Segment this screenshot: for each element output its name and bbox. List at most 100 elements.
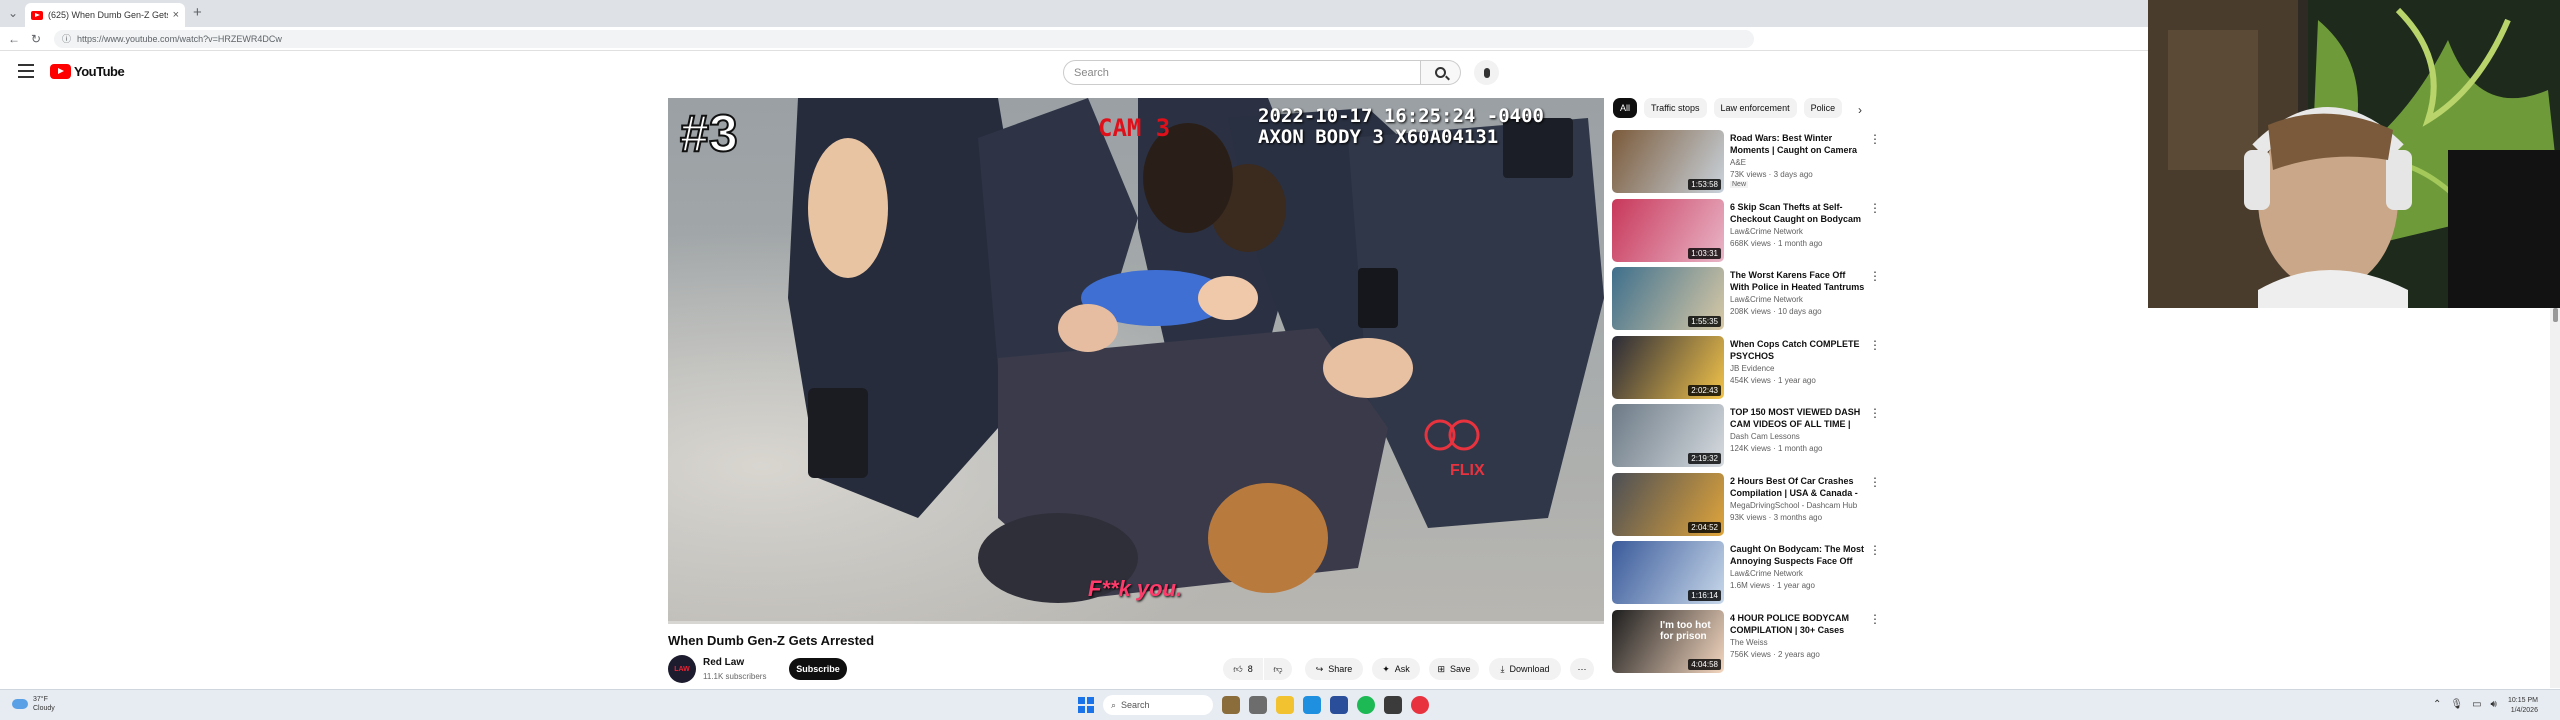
search-input[interactable]: Search [1063,60,1421,85]
task-view-icon[interactable] [1222,696,1240,714]
recommendation-item[interactable]: 1:03:31 6 Skip Scan Thefts at Self-Check… [1612,198,1882,268]
channel-avatar[interactable]: LAW [668,655,696,683]
more-vert-icon[interactable]: ⋮ [1869,338,1881,352]
progress-bar[interactable] [668,621,1604,624]
video-thumbnail[interactable]: 1:53:58 [1612,130,1724,193]
webcam-image [2148,0,2560,308]
recommendation-item[interactable]: 1:53:58 Road Wars: Best Winter Moments |… [1612,130,1882,199]
chevron-up-icon[interactable]: ⌃ [2433,699,2441,710]
channel-name[interactable]: Red Law [703,657,744,668]
terminal-app-icon[interactable] [1384,696,1402,714]
recommendation-title[interactable]: TOP 150 MOST VIEWED DASH CAM VIDEOS OF A… [1730,406,1865,430]
page-scrollbar[interactable] [2550,308,2560,688]
video-thumbnail[interactable]: 1:03:31 [1612,198,1724,262]
like-button[interactable]: 👍︎ 8 [1223,658,1263,680]
recommendation-item[interactable]: 2:04:52 2 Hours Best Of Car Crashes Comp… [1612,472,1882,542]
new-tab-icon[interactable]: + [193,4,202,21]
overlay-timestamp-line: 2022-10-17 16:25:24 -0400 [1258,105,1544,127]
more-vert-icon[interactable]: ⋮ [1869,406,1881,420]
recommendation-title[interactable]: 6 Skip Scan Thefts at Self-Checkout Caug… [1730,201,1865,225]
recommendation-channel[interactable]: Dash Cam Lessons [1730,432,1800,441]
address-bar[interactable]: ⓘ https://www.youtube.com/watch?v=HRZEWR… [54,29,1754,48]
recommendation-title[interactable]: 2 Hours Best Of Car Crashes Compilation … [1730,475,1865,499]
video-duration: 1:16:14 [1688,590,1721,601]
video-thumbnail[interactable]: 1:16:14 [1612,541,1724,604]
chrome-browser-icon[interactable] [1411,696,1429,714]
recommendation-channel[interactable]: MegaDrivingSchool - Dashcam Hub [1730,501,1857,510]
more-vert-icon[interactable]: ⋮ [1869,543,1881,557]
site-info-icon[interactable]: ⓘ [62,32,71,45]
store-app-icon[interactable] [1330,696,1348,714]
edge-browser-icon[interactable] [1303,696,1321,714]
windows-start-icon[interactable] [1078,697,1094,713]
browser-tab-active[interactable]: (625) When Dumb Gen-Z Gets × [25,3,185,27]
search-button[interactable] [1421,60,1461,85]
video-player[interactable]: FLIX #3 CAM 3 2022-10-17 16:25:24 -0400 … [668,98,1604,624]
recommendation-item[interactable]: 2:19:32 TOP 150 MOST VIEWED DASH CAM VID… [1612,404,1882,473]
recommendation-channel[interactable]: Law&Crime Network [1730,227,1803,236]
recommendation-item[interactable]: 1:16:14 Caught On Bodycam: The Most Anno… [1612,541,1882,610]
download-label: Download [1509,664,1550,674]
chip-traffic-stops[interactable]: Traffic stops [1644,98,1707,118]
more-vert-icon[interactable]: ⋮ [1869,612,1881,626]
taskbar-apps: ⌕ Search [1078,695,1429,715]
video-thumbnail[interactable]: 2:04:52 [1612,472,1724,536]
more-vert-icon[interactable]: ⋮ [1869,269,1881,283]
voice-search-button[interactable] [1474,60,1499,85]
share-button[interactable]: ↪ Share [1305,658,1363,680]
taskbar-search[interactable]: ⌕ Search [1103,695,1213,715]
scrollbar-thumb[interactable] [2553,308,2558,322]
recommendation-channel[interactable]: The Weiss [1730,638,1768,647]
download-button[interactable]: ⤓ Download [1489,658,1561,680]
volume-icon[interactable]: 🔊︎ [2491,699,2497,710]
video-frame: FLIX [668,98,1604,624]
more-actions-button[interactable]: ⋯ [1570,658,1594,680]
dislike-button[interactable]: 👎︎ [1264,658,1292,680]
more-vert-icon[interactable]: ⋮ [1869,201,1881,215]
video-thumbnail[interactable]: 1:55:35 [1612,267,1724,330]
spotify-icon[interactable] [1357,696,1375,714]
network-icon[interactable]: ▭ [2472,699,2481,710]
recommendation-title[interactable]: Caught On Bodycam: The Most Annoying Sus… [1730,543,1865,567]
recommendation-title[interactable]: 4 HOUR POLICE BODYCAM COMPILATION | 30+ … [1730,612,1865,636]
chip-law-enforcement[interactable]: Law enforcement [1713,98,1797,118]
ask-button[interactable]: ✦ Ask [1372,658,1420,680]
youtube-logo[interactable]: YouTube [50,64,125,79]
weather-widget[interactable]: 37°F Cloudy [12,695,55,713]
chip-police[interactable]: Police [1803,98,1842,118]
recommendation-meta: 1.6M views · 1 year ago [1730,581,1815,590]
more-vert-icon[interactable]: ⋮ [1869,132,1881,146]
chevron-right-icon[interactable]: › [1858,103,1862,117]
refresh-icon[interactable]: ↻ [28,32,44,46]
recommendation-title[interactable]: The Worst Karens Face Off With Police in… [1730,269,1865,293]
microphone-tray-icon[interactable]: 🎙︎ [2450,699,2463,710]
tab-list-chevron-icon[interactable]: ⌄ [4,4,22,22]
save-button[interactable]: ⊞ Save [1429,658,1479,680]
video-thumbnail[interactable]: I'm too hot for prison 4:04:58 [1612,609,1724,673]
file-explorer-icon[interactable] [1276,696,1294,714]
arrow-left-icon[interactable]: ← [6,32,22,46]
recommendation-channel[interactable]: Law&Crime Network [1730,295,1803,304]
recommendation-item[interactable]: 2:02:43 When Cops Catch COMPLETE PSYCHOS… [1612,335,1882,405]
search-icon [1435,67,1446,78]
taskbar-clock[interactable]: 10:15 PM 1/4/2026 [2508,696,2538,716]
clock-date: 1/4/2026 [2510,707,2538,714]
chip-all[interactable]: All [1613,98,1638,118]
recommendation-channel[interactable]: A&E [1730,158,1746,167]
recommendation-item[interactable]: 1:55:35 The Worst Karens Face Off With P… [1612,267,1882,336]
subscribe-button[interactable]: Subscribe [789,658,847,680]
more-vert-icon[interactable]: ⋮ [1869,475,1881,489]
new-badge: New [1730,181,1749,188]
video-thumbnail[interactable]: 2:02:43 [1612,335,1724,399]
hamburger-menu-icon[interactable] [18,64,34,78]
youtube-header: YouTube Search [0,51,2148,95]
recommendation-channel[interactable]: Law&Crime Network [1730,569,1803,578]
share-label: Share [1328,664,1353,674]
tab-close-icon[interactable]: × [173,9,179,21]
recommendation-title[interactable]: Road Wars: Best Winter Moments | Caught … [1730,132,1865,156]
recommendation-title[interactable]: When Cops Catch COMPLETE PSYCHOS [1730,338,1865,362]
video-thumbnail[interactable]: 2:19:32 [1612,404,1724,467]
recommendation-item[interactable]: I'm too hot for prison 4:04:58 4 HOUR PO… [1612,609,1882,679]
recommendation-channel[interactable]: JB Evidence [1730,364,1774,373]
file-app-icon[interactable] [1249,696,1267,714]
